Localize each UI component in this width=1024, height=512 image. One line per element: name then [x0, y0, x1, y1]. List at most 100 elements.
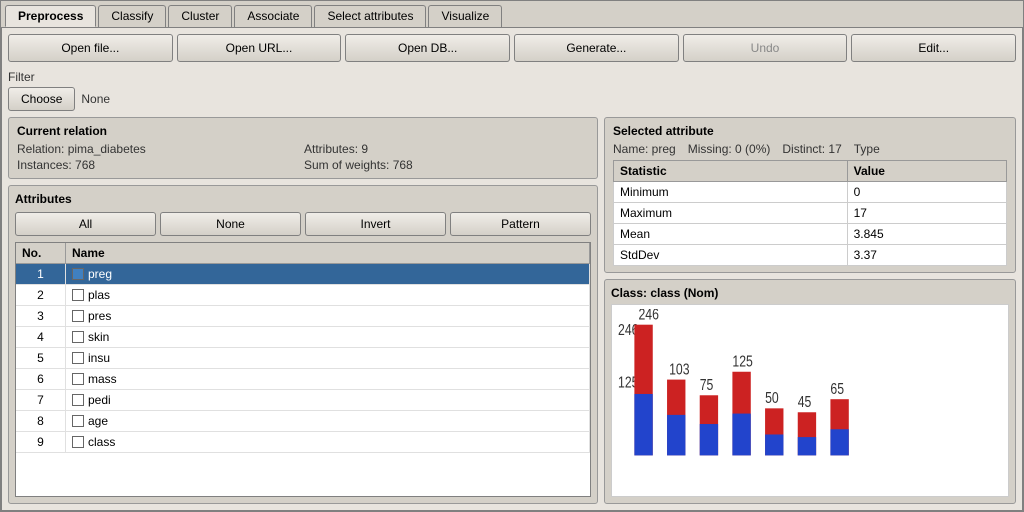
row-no: 5	[16, 348, 66, 368]
attr-distinct-label: Distinct: 17	[782, 142, 841, 156]
attr-name: pres	[88, 309, 111, 323]
none-button[interactable]: None	[160, 212, 301, 236]
table-header: No. Name	[16, 243, 590, 264]
attr-name: class	[88, 435, 115, 449]
open-url-button[interactable]: Open URL...	[177, 34, 342, 62]
row-name: pres	[66, 306, 590, 326]
stat-value: 3.845	[847, 224, 1006, 245]
attr-name: pedi	[88, 393, 111, 407]
stats-table: Statistic Value Minimum 0 Maximum	[613, 160, 1007, 266]
choose-button[interactable]: Choose	[8, 87, 75, 111]
generate-button[interactable]: Generate...	[514, 34, 679, 62]
bar-value: 246	[638, 309, 659, 323]
bar-blue	[765, 434, 783, 455]
stat-name: Maximum	[614, 203, 848, 224]
tab-classify[interactable]: Classify	[98, 5, 166, 27]
attributes-table: No. Name 1 preg 2	[15, 242, 591, 497]
table-row[interactable]: 5 insu	[16, 348, 590, 369]
bar-blue	[700, 424, 718, 455]
table-row[interactable]: 4 skin	[16, 327, 590, 348]
attr-name: skin	[88, 330, 109, 344]
open-file-button[interactable]: Open file...	[8, 34, 173, 62]
open-db-button[interactable]: Open DB...	[345, 34, 510, 62]
bar-blue	[732, 414, 750, 456]
instances-count: Instances: 768	[17, 158, 302, 172]
row-name: age	[66, 411, 590, 431]
tab-cluster[interactable]: Cluster	[168, 5, 232, 27]
attr-checkbox[interactable]	[72, 289, 84, 301]
attr-name: insu	[88, 351, 110, 365]
row-name: pedi	[66, 390, 590, 410]
row-no: 3	[16, 306, 66, 326]
all-button[interactable]: All	[15, 212, 156, 236]
chart-area: 246 125 246 103 75	[611, 304, 1009, 497]
tab-visualize[interactable]: Visualize	[428, 5, 502, 27]
attr-checkbox[interactable]	[72, 373, 84, 385]
stat-name: Minimum	[614, 182, 848, 203]
sum-weights: Sum of weights: 768	[304, 158, 589, 172]
row-no: 2	[16, 285, 66, 305]
attr-checkbox[interactable]	[72, 331, 84, 343]
filter-row: Choose None	[8, 87, 1016, 111]
table-row[interactable]: 3 pres	[16, 306, 590, 327]
table-row[interactable]: 2 plas	[16, 285, 590, 306]
row-no: 4	[16, 327, 66, 347]
stat-row: Mean 3.845	[614, 224, 1007, 245]
current-relation-title: Current relation	[17, 124, 589, 138]
pattern-button[interactable]: Pattern	[450, 212, 591, 236]
bar-value: 65	[830, 379, 844, 397]
right-panel: Selected attribute Name: preg Missing: 0…	[604, 117, 1016, 504]
toolbar: Open file... Open URL... Open DB... Gene…	[8, 34, 1016, 62]
stat-value: 17	[847, 203, 1006, 224]
bar-blue	[830, 429, 848, 455]
table-row[interactable]: 6 mass	[16, 369, 590, 390]
stat-value: 0	[847, 182, 1006, 203]
row-no: 7	[16, 390, 66, 410]
attr-missing-label: Missing: 0 (0%)	[688, 142, 771, 156]
filter-value: None	[81, 92, 110, 106]
bar-chart-svg: 246 125 246 103 75	[616, 309, 1004, 492]
row-name: mass	[66, 369, 590, 389]
attributes-title: Attributes	[15, 192, 591, 206]
stat-value: 3.37	[847, 245, 1006, 266]
attr-checkbox[interactable]	[72, 352, 84, 364]
attr-checkbox[interactable]	[72, 394, 84, 406]
tab-preprocess[interactable]: Preprocess	[5, 5, 96, 27]
table-row[interactable]: 7 pedi	[16, 390, 590, 411]
attr-name: mass	[88, 372, 117, 386]
filter-label: Filter	[8, 70, 1016, 84]
left-panel: Current relation Relation: pima_diabetes…	[8, 117, 598, 504]
attr-checkbox[interactable]	[72, 268, 84, 280]
table-row[interactable]: 8 age	[16, 411, 590, 432]
table-row[interactable]: 9 class	[16, 432, 590, 453]
attr-checkbox[interactable]	[72, 310, 84, 322]
undo-button[interactable]: Undo	[683, 34, 848, 62]
bar-value: 50	[765, 389, 779, 407]
stat-col-header: Statistic	[614, 161, 848, 182]
attr-checkbox[interactable]	[72, 415, 84, 427]
row-name: class	[66, 432, 590, 452]
edit-button[interactable]: Edit...	[851, 34, 1016, 62]
bar-value: 125	[732, 352, 753, 370]
class-chart-title: Class: class (Nom)	[611, 286, 1009, 300]
selected-attribute-title: Selected attribute	[613, 124, 1007, 138]
row-name: plas	[66, 285, 590, 305]
col-name: Name	[66, 243, 590, 263]
relation-grid: Relation: pima_diabetes Attributes: 9 In…	[17, 142, 589, 172]
row-name: insu	[66, 348, 590, 368]
invert-button[interactable]: Invert	[305, 212, 446, 236]
attr-meta-row: Name: preg Missing: 0 (0%) Distinct: 17 …	[613, 142, 1007, 156]
attr-checkbox[interactable]	[72, 436, 84, 448]
row-no: 9	[16, 432, 66, 452]
tab-associate[interactable]: Associate	[234, 5, 312, 27]
content-area: Current relation Relation: pima_diabetes…	[8, 117, 1016, 504]
bar-value: 103	[669, 360, 690, 378]
bar-blue	[634, 394, 652, 455]
table-row[interactable]: 1 preg	[16, 264, 590, 285]
stat-row: Maximum 17	[614, 203, 1007, 224]
tab-select-attributes[interactable]: Select attributes	[314, 5, 426, 27]
stat-name: Mean	[614, 224, 848, 245]
filter-section: Filter Choose None	[8, 70, 1016, 111]
bar-value: 75	[700, 376, 714, 394]
stat-row: Minimum 0	[614, 182, 1007, 203]
